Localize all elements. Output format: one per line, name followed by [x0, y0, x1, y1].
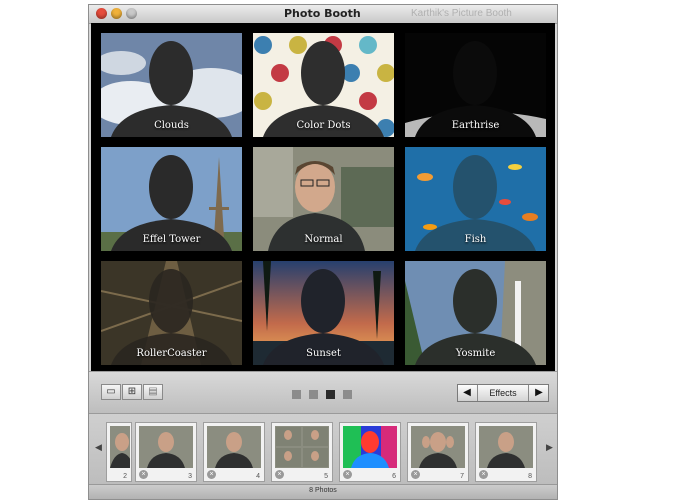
effect-clouds[interactable]: Clouds [101, 33, 242, 137]
effect-normal[interactable]: Normal [253, 147, 394, 251]
four-up-mode-button[interactable]: ⊞ [122, 384, 142, 400]
effect-label: Normal [304, 234, 343, 245]
effect-eiffel-tower[interactable]: Effel Tower [101, 147, 242, 251]
effect-rollercoaster[interactable]: RollerCoaster [101, 261, 242, 365]
photo-filmstrip: ◀ 2 × 3 × 4 × 5 × 6 × 7 × 8 ▶ [89, 413, 557, 488]
effect-yosemite[interactable]: Yosmite [405, 261, 546, 365]
effect-sunset[interactable]: Sunset [253, 261, 394, 365]
effect-label: Sunset [306, 348, 341, 359]
photo-thumbnail-2[interactable]: 2 [106, 422, 132, 482]
delete-photo-icon[interactable]: × [139, 470, 148, 479]
photo-number: 2 [123, 473, 127, 480]
delete-photo-icon[interactable]: × [275, 470, 284, 479]
zoom-button[interactable] [126, 8, 137, 19]
grid-icon: ⊞ [127, 386, 137, 397]
photo-number: 3 [188, 473, 192, 480]
effect-label: Yosmite [455, 348, 496, 359]
photo-thumbnail-8[interactable]: × 8 [475, 422, 537, 482]
photo-number: 7 [460, 473, 464, 480]
effect-label: Effel Tower [142, 234, 201, 245]
filmstrip-scroll-right[interactable]: ▶ [546, 442, 553, 453]
title-bar: Photo Booth Karthik's Picture Booth [89, 5, 557, 24]
photo-preview [207, 426, 261, 468]
delete-photo-icon[interactable]: × [479, 470, 488, 479]
delete-photo-icon[interactable]: × [207, 470, 216, 479]
single-frame-icon: ▭ [106, 386, 116, 397]
left-triangle-icon: ◀ [95, 442, 102, 452]
right-arrow-icon: ▶ [535, 387, 543, 398]
effect-color-dots[interactable]: Color Dots [253, 33, 394, 137]
effect-label: Fish [464, 234, 487, 245]
minimize-button[interactable] [111, 8, 122, 19]
photo-number: 8 [528, 473, 532, 480]
photo-number: 5 [324, 473, 328, 480]
photo-preview [139, 426, 193, 468]
page-indicator-3[interactable] [326, 390, 335, 399]
photo-count: 8 Photos [309, 487, 337, 494]
photo-preview [343, 426, 397, 468]
photo-thumbnail-4[interactable]: × 4 [203, 422, 265, 482]
effects-control: ◀ Effects ▶ [457, 384, 549, 402]
effects-preview-grid: Clouds Color Dots Earthrise Effel Tower … [91, 23, 555, 371]
page-indicator-2[interactable] [309, 390, 318, 399]
effect-earthrise[interactable]: Earthrise [405, 33, 546, 137]
movie-mode-button[interactable]: ▤ [143, 384, 163, 400]
effect-label: Clouds [154, 120, 189, 131]
toolbar: ▭ ⊞ ▤ ◀ Effects ▶ [89, 371, 557, 414]
page-indicator-1[interactable] [292, 390, 301, 399]
effect-label: Color Dots [296, 120, 351, 131]
effect-label: RollerCoaster [136, 348, 207, 359]
page-indicator-4[interactable] [343, 390, 352, 399]
previous-effects-button[interactable]: ◀ [458, 385, 476, 401]
photo-preview [479, 426, 533, 468]
close-button[interactable] [96, 8, 107, 19]
film-icon: ▤ [148, 386, 158, 397]
photo-thumbnail-5[interactable]: × 5 [271, 422, 333, 482]
delete-photo-icon[interactable]: × [411, 470, 420, 479]
effect-label: Earthrise [451, 120, 500, 131]
photo-number: 6 [392, 473, 396, 480]
delete-photo-icon[interactable]: × [343, 470, 352, 479]
photo-thumbnail-6[interactable]: × 6 [339, 422, 401, 482]
status-bar: 8 Photos [89, 484, 557, 499]
effects-button[interactable]: Effects [477, 385, 529, 401]
window-title: Photo Booth [284, 7, 361, 20]
window-ghost-title: Karthik's Picture Booth [411, 8, 512, 19]
photo-thumbnail-7[interactable]: × 7 [407, 422, 469, 482]
filmstrip-scroll-left[interactable]: ◀ [95, 442, 102, 453]
photo-preview [275, 426, 329, 468]
photo-booth-window: Photo Booth Karthik's Picture Booth Clou… [88, 4, 558, 500]
photo-number: 4 [256, 473, 260, 480]
single-photo-mode-button[interactable]: ▭ [101, 384, 121, 400]
photo-preview [411, 426, 465, 468]
effect-fish[interactable]: Fish [405, 147, 546, 251]
right-triangle-icon: ▶ [546, 442, 553, 452]
left-arrow-icon: ◀ [463, 387, 471, 398]
photo-preview [110, 426, 130, 468]
next-effects-button[interactable]: ▶ [530, 385, 548, 401]
photo-thumbnail-3[interactable]: × 3 [135, 422, 197, 482]
